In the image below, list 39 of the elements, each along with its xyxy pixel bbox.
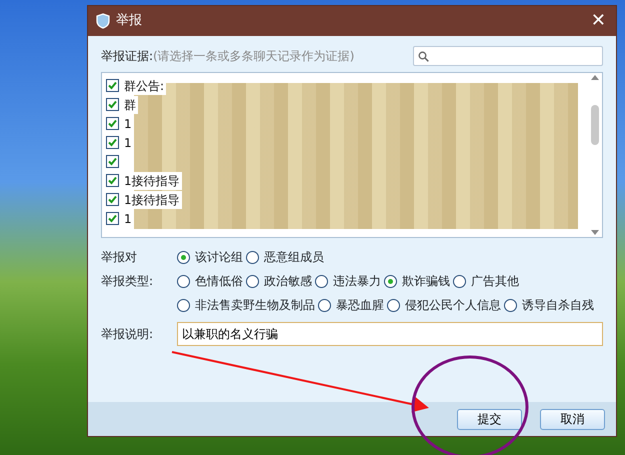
radio-option[interactable]: 广告其他 (453, 272, 519, 290)
radio-option[interactable]: 侵犯公民个人信息 (387, 296, 501, 314)
checkbox[interactable] (106, 79, 119, 92)
radio-option[interactable]: 政治敏感 (246, 272, 312, 290)
checkbox[interactable] (106, 117, 119, 130)
submit-button[interactable]: 提交 (457, 408, 522, 430)
scroll-down-icon[interactable] (591, 230, 599, 235)
radio-option[interactable]: 暴恐血腥 (318, 296, 384, 314)
radio-option[interactable]: 违法暴力 (315, 272, 381, 290)
checkbox[interactable] (106, 136, 119, 149)
checkbox[interactable] (106, 193, 119, 206)
window-title: 举报 (116, 12, 142, 30)
radio-option[interactable]: 诱导自杀自残 (504, 296, 594, 314)
radio-option[interactable]: 非法售卖野生物及制品 (177, 296, 315, 314)
shield-icon (96, 13, 110, 29)
radio-option[interactable]: 恶意组成员 (246, 248, 324, 266)
cancel-button[interactable]: 取消 (540, 408, 605, 430)
checkbox[interactable] (106, 155, 119, 168)
checkbox[interactable] (106, 174, 119, 187)
description-label: 举报说明: (101, 326, 154, 343)
scroll-thumb[interactable] (591, 105, 599, 145)
checkbox[interactable] (106, 212, 119, 225)
radio-option[interactable]: 欺诈骗钱 (384, 272, 450, 290)
target-label: 举报对 (101, 249, 138, 266)
search-field[interactable] (413, 46, 603, 66)
type-label: 举报类型: (101, 273, 154, 290)
scrollbar[interactable] (588, 73, 602, 237)
chat-record-text: 1接待指导 (124, 172, 182, 190)
radio-option[interactable]: 色情低俗 (177, 272, 243, 290)
chat-record-text: 群 (124, 96, 138, 114)
evidence-label: 举报证据: (101, 48, 154, 65)
search-icon (418, 50, 429, 62)
close-button[interactable]: ✕ (588, 12, 608, 30)
evidence-hint: (请选择一条或多条聊天记录作为证据) (153, 48, 354, 65)
description-field[interactable]: 以兼职的名义行骗 (177, 322, 603, 346)
scroll-up-icon[interactable] (591, 75, 599, 80)
chat-record-text: 1接待指导 (124, 190, 182, 208)
radio-option[interactable]: 该讨论组 (177, 248, 243, 266)
checkbox[interactable] (106, 98, 119, 111)
